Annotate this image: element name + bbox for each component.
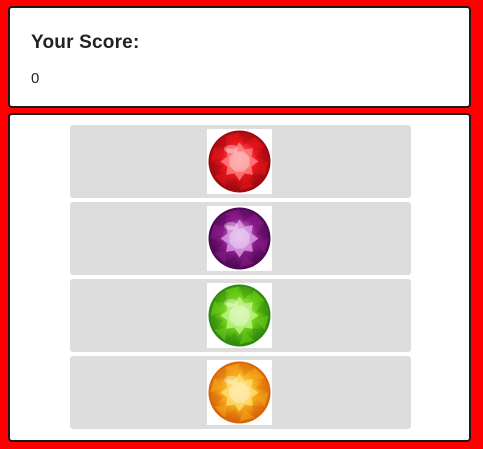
purple-gem-icon xyxy=(208,207,271,270)
gem-tile xyxy=(207,360,272,425)
gem-button-green[interactable] xyxy=(70,279,411,352)
gem-button-purple[interactable] xyxy=(70,202,411,275)
gem-tile xyxy=(207,206,272,271)
score-panel: Your Score: 0 xyxy=(8,6,471,108)
score-title: Your Score: xyxy=(31,32,140,53)
green-gem-icon xyxy=(208,284,271,347)
orange-gem-icon xyxy=(208,361,271,424)
gem-board xyxy=(8,113,471,442)
gem-tile xyxy=(207,129,272,194)
gem-button-red[interactable] xyxy=(70,125,411,198)
gem-button-orange[interactable] xyxy=(70,356,411,429)
score-value: 0 xyxy=(31,70,40,87)
red-gem-icon xyxy=(208,130,271,193)
gem-tile xyxy=(207,283,272,348)
